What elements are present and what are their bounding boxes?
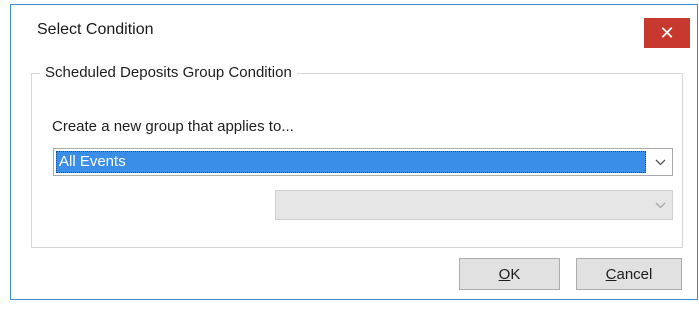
group-condition-box: Scheduled Deposits Group Condition Creat… — [31, 64, 683, 248]
cancel-button[interactable]: Cancel — [576, 258, 682, 290]
group-legend: Scheduled Deposits Group Condition — [40, 64, 297, 81]
chevron-down-icon[interactable] — [648, 149, 672, 175]
close-button[interactable]: ✕ — [644, 18, 690, 48]
applies-to-selected-value: All Events — [56, 151, 646, 173]
ok-mnemonic: O — [498, 265, 511, 283]
dialog-title: Select Condition — [37, 21, 154, 38]
chevron-down-icon[interactable] — [648, 191, 672, 219]
title-bar: Select Condition ✕ — [11, 5, 697, 48]
prompt-label: Create a new group that applies to... — [52, 118, 294, 135]
select-condition-dialog: Select Condition ✕ Scheduled Deposits Gr… — [10, 4, 698, 300]
ok-label-rest: K — [510, 265, 521, 283]
applies-to-select[interactable]: All Events — [53, 148, 673, 176]
cancel-label-rest: ancel — [616, 265, 653, 283]
close-icon: ✕ — [659, 22, 675, 43]
ok-button[interactable]: OK — [459, 258, 560, 290]
cancel-mnemonic: C — [605, 265, 617, 283]
secondary-select[interactable] — [275, 190, 673, 220]
